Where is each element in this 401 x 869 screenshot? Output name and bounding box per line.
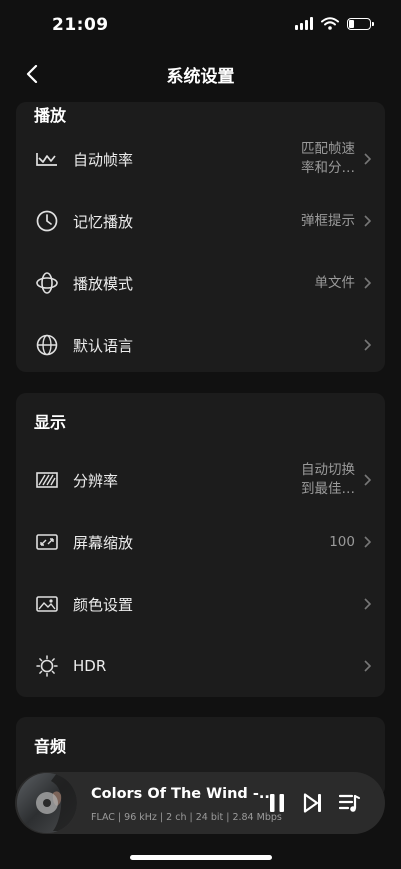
status-bar: 21:09: [0, 0, 401, 52]
resolution-icon: [36, 469, 58, 491]
setting-resolution[interactable]: 分辨率 自动切换到最佳…: [16, 449, 385, 511]
setting-label: 播放模式: [73, 274, 134, 293]
setting-label: 屏幕缩放: [73, 533, 134, 552]
sun-icon: [36, 655, 58, 677]
setting-label: 自动帧率: [73, 150, 134, 169]
page-title: 系统设置: [166, 67, 235, 87]
chevron-right-icon: [364, 536, 371, 548]
audio-format-info: FLAC | 96 kHz | 2 ch | 24 bit | 2.84 Mbp…: [91, 812, 282, 823]
section-title-audio: 音频: [34, 737, 67, 756]
pause-button[interactable]: [265, 791, 289, 815]
playlist-button[interactable]: [338, 791, 362, 815]
setting-label: 记忆播放: [73, 212, 134, 231]
chevron-right-icon: [364, 660, 371, 672]
setting-resume-playback[interactable]: 记忆播放 弹框提示: [16, 190, 385, 252]
globe-icon: [36, 334, 58, 356]
album-cover[interactable]: [17, 773, 77, 833]
wifi-icon: [321, 17, 339, 30]
status-icons: [295, 17, 374, 30]
image-icon: [36, 593, 58, 615]
chevron-right-icon: [364, 277, 371, 289]
cellular-signal-icon: [295, 17, 313, 30]
next-button[interactable]: [301, 791, 325, 815]
section-title-display: 显示: [34, 413, 67, 432]
battery-icon: [347, 17, 374, 30]
setting-value: 匹配帧速率和分…: [301, 141, 355, 176]
setting-screen-scale[interactable]: 屏幕缩放 100: [16, 511, 385, 573]
setting-label: 默认语言: [73, 336, 134, 355]
song-title: Colors Of The Wind -...: [91, 786, 276, 802]
setting-play-mode[interactable]: 播放模式 单文件: [16, 252, 385, 314]
setting-label: 分辨率: [73, 471, 119, 490]
chevron-right-icon: [364, 474, 371, 486]
chevron-right-icon: [364, 339, 371, 351]
chevron-right-icon: [364, 153, 371, 165]
setting-color[interactable]: 颜色设置: [16, 573, 385, 635]
clock-icon: [36, 210, 58, 232]
chevron-right-icon: [364, 598, 371, 610]
waveform-icon: [36, 148, 58, 170]
setting-value: 100: [329, 533, 355, 550]
chevron-right-icon: [364, 215, 371, 227]
mini-player[interactable]: Colors Of The Wind -... FLAC | 96 kHz | …: [15, 772, 385, 834]
setting-value: 弹框提示: [301, 212, 355, 229]
status-time: 21:09: [52, 15, 109, 35]
pause-icon: [270, 794, 284, 812]
home-indicator: [130, 855, 272, 860]
nav-bar: 系统设置: [0, 52, 401, 96]
setting-value: 自动切换到最佳…: [301, 462, 355, 497]
screen-scale-icon: [36, 531, 58, 553]
orbit-icon: [36, 272, 58, 294]
setting-auto-frame-rate[interactable]: 自动帧率 匹配帧速率和分…: [16, 128, 385, 190]
setting-value: 单文件: [314, 274, 356, 291]
setting-hdr[interactable]: HDR: [16, 635, 385, 697]
setting-label: 颜色设置: [73, 595, 134, 614]
display-section: 显示 分辨率 自动切换到最佳… 屏幕缩放 100 颜色设置 HDR: [16, 393, 385, 697]
playback-section: 播放 自动帧率 匹配帧速率和分… 记忆播放 弹框提示 播放模式 单文件 默认语言: [16, 102, 385, 372]
setting-label: HDR: [73, 657, 107, 675]
playlist-icon: [339, 794, 360, 812]
section-title-playback: 播放: [34, 106, 67, 125]
skip-next-icon: [303, 793, 321, 813]
setting-default-language[interactable]: 默认语言: [16, 314, 385, 372]
